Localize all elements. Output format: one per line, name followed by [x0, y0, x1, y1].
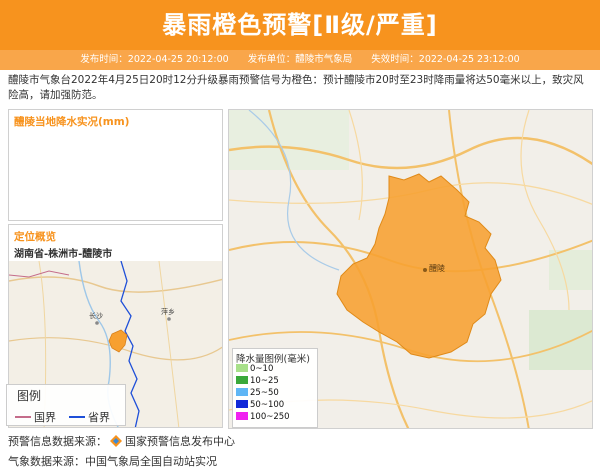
weather-source-label: 气象数据来源： [8, 455, 85, 468]
rainfall-legend-label: 100~250 [250, 412, 290, 422]
publish-time: 发布时间：2022-04-25 20:12:00 [80, 54, 229, 65]
rainfall-legend-label: 25~50 [250, 388, 279, 398]
rainfall-legend-label: 50~100 [250, 400, 285, 410]
legend-item-province-border: 省界 [69, 409, 110, 425]
national-border-line-icon [15, 416, 31, 418]
map-label-changsha: 长沙 [89, 312, 103, 320]
rainfall-legend-label: 10~25 [250, 376, 279, 386]
legend-label: 国界 [34, 411, 56, 424]
warning-title: 暴雨橙色预警[Ⅱ级/严重] [162, 11, 438, 39]
map-label-liling: 醴陵 [429, 264, 445, 273]
warning-source-name[interactable]: 国家预警信息发布中心 [125, 435, 235, 448]
rainfall-legend-item: 25~50 [236, 388, 318, 398]
color-swatch-icon [236, 364, 248, 372]
overview-legend-title: 图例 [17, 389, 42, 403]
warning-source-label: 预警信息数据来源： [8, 435, 107, 448]
weather-source-name: 中国气象局全国自动站实况 [85, 455, 217, 468]
rain-panel-title: 醴陵当地降水实况(mm) [14, 116, 130, 128]
rainfall-legend: 降水量图例(毫米) 0~10 10~25 25~50 50~100 100~25… [232, 348, 318, 428]
rain-observation-panel: 醴陵当地降水实况(mm) [8, 109, 223, 221]
warning-header: 暴雨橙色预警[Ⅱ级/严重] [0, 0, 600, 50]
expire-time: 失效时间：2022-04-25 23:12:00 [371, 54, 520, 65]
rainfall-legend-item: 100~250 [236, 412, 318, 422]
province-border-line-icon [69, 416, 85, 418]
legend-item-national-border: 国界 [15, 409, 56, 425]
warning-source-line: 预警信息数据来源： 国家预警信息发布中心 [8, 433, 235, 449]
weather-source-line: 气象数据来源：中国气象局全国自动站实况 [8, 453, 217, 469]
color-swatch-icon [236, 388, 248, 396]
location-panel-title: 定位概览 [14, 231, 56, 243]
rainfall-legend-item: 50~100 [236, 400, 318, 410]
warning-description: 醴陵市气象台2022年4月25日20时12分升级暴雨预警信号为橙色：预计醴陵市2… [8, 74, 584, 101]
color-swatch-icon [236, 412, 248, 420]
rainfall-legend-item: 0~10 [236, 364, 318, 374]
rainfall-legend-title: 降水量图例(毫米) [236, 354, 310, 365]
legend-label: 省界 [88, 411, 110, 424]
publisher: 发布单位：醴陵市气象局 [247, 54, 353, 65]
overview-legend: 图例 国界 省界 [6, 384, 126, 426]
warning-center-logo-icon [110, 435, 122, 447]
rainfall-legend-label: 0~10 [250, 364, 274, 374]
color-swatch-icon [236, 400, 248, 408]
location-path: 湖南省-株洲市-醴陵市 [14, 249, 113, 260]
rainfall-legend-item: 10~25 [236, 376, 318, 386]
map-label-pingxiang: 萍乡 [161, 308, 175, 316]
color-swatch-icon [236, 376, 248, 384]
warning-meta-bar: 发布时间：2022-04-25 20:12:00 发布单位：醴陵市气象局 失效时… [0, 50, 600, 70]
